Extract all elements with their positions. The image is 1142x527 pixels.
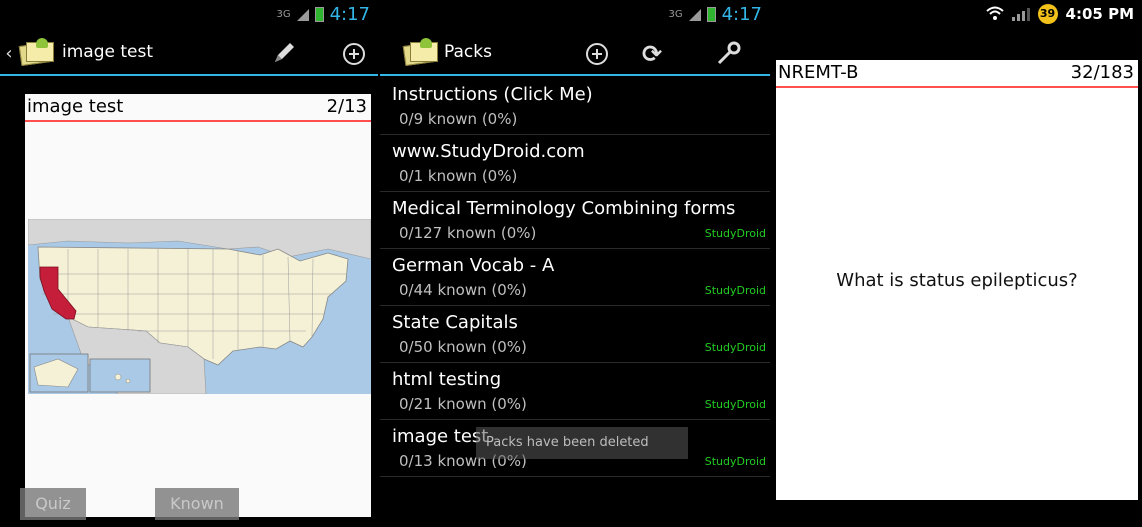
status-bar: 3G 4:17 (380, 0, 770, 32)
pack-list-item[interactable]: html testing 0/21 known (0%) StudyDroid (380, 363, 770, 420)
card-counter: 2/13 (326, 96, 367, 117)
battery-icon: 39 (1037, 4, 1058, 24)
pack-list-item[interactable]: State Capitals 0/50 known (0%) StudyDroi… (380, 306, 770, 363)
clock: 4:05 PM (1065, 5, 1134, 23)
pack-source: StudyDroid (704, 398, 766, 411)
status-bar: 3G 4:17 (0, 0, 378, 32)
back-chevron-icon[interactable]: ‹ (2, 40, 16, 68)
pack-source: StudyDroid (704, 284, 766, 297)
pack-list-item[interactable]: German Vocab - A 0/44 known (0%) StudyDr… (380, 249, 770, 306)
quiz-button[interactable]: Quiz (20, 488, 86, 520)
network-type: 3G (276, 9, 291, 20)
pack-source: StudyDroid (704, 341, 766, 354)
card-header: image test 2/13 (25, 94, 371, 122)
pack-title: State Capitals (392, 312, 518, 333)
pack-title: html testing (392, 369, 502, 390)
signal-icon (296, 8, 309, 21)
card-header: NREMT-B 32/183 (776, 60, 1138, 88)
pack-title: German Vocab - A (392, 255, 555, 276)
app-icon[interactable] (18, 38, 56, 68)
pack-known-count: 0/1 known (0%) (399, 167, 518, 185)
battery-icon (314, 7, 324, 22)
action-bar-title: Packs (444, 42, 492, 62)
wifi-icon (985, 5, 1004, 24)
clock: 4:17 (721, 4, 762, 25)
settings-wrench-icon[interactable] (715, 40, 743, 68)
card-title: image test (27, 96, 124, 117)
card-title: NREMT-B (778, 62, 859, 83)
pack-list-item[interactable]: Instructions (Click Me) 0/9 known (0%) (380, 78, 770, 135)
quiz-screen: 39 4:05 PM NREMT-B 32/183 What is status… (772, 0, 1142, 527)
card-counter: 32/183 (1070, 62, 1134, 83)
pack-title: www.StudyDroid.com (392, 141, 585, 162)
pack-source: StudyDroid (704, 227, 766, 240)
known-button[interactable]: Known (155, 488, 239, 520)
action-bar: Packs ⟳ (380, 32, 770, 76)
pack-known-count: 0/9 known (0%) (399, 110, 518, 128)
pack-list-item[interactable]: Medical Terminology Combining forms 0/12… (380, 192, 770, 249)
pack-list: Instructions (Click Me) 0/9 known (0%) w… (380, 78, 770, 477)
action-bar: ‹ image test (0, 32, 378, 76)
status-bar: 39 4:05 PM (772, 0, 1142, 32)
flashcard[interactable]: image test 2/13 (25, 94, 371, 517)
card-viewer-screen: 3G 4:17 ‹ image test image test 2/13 Qui… (0, 0, 378, 527)
us-map-image (28, 219, 371, 394)
pack-list-item[interactable]: www.StudyDroid.com 0/1 known (0%) (380, 135, 770, 192)
pack-title: Instructions (Click Me) (392, 84, 593, 105)
clock: 4:17 (329, 4, 370, 25)
network-type: 3G (668, 9, 683, 20)
question-text: What is status epilepticus? (836, 270, 1078, 291)
pack-source: StudyDroid (704, 455, 766, 468)
app-icon[interactable] (402, 38, 440, 68)
add-card-icon[interactable] (343, 43, 365, 65)
add-pack-icon[interactable] (586, 43, 608, 65)
toast-message: Packs have been deleted (476, 427, 688, 459)
battery-icon (706, 7, 716, 22)
flashcard[interactable]: NREMT-B 32/183 What is status epilepticu… (776, 60, 1138, 500)
sync-refresh-icon[interactable]: ⟳ (638, 40, 666, 68)
packs-screen: 3G 4:17 Packs ⟳ Instructions (Click Me) … (380, 0, 770, 527)
signal-icon (1011, 7, 1030, 21)
pack-title: Medical Terminology Combining forms (392, 198, 736, 219)
action-bar-title: image test (62, 42, 154, 62)
edit-pencil-icon[interactable] (270, 40, 298, 68)
signal-icon (688, 8, 701, 21)
